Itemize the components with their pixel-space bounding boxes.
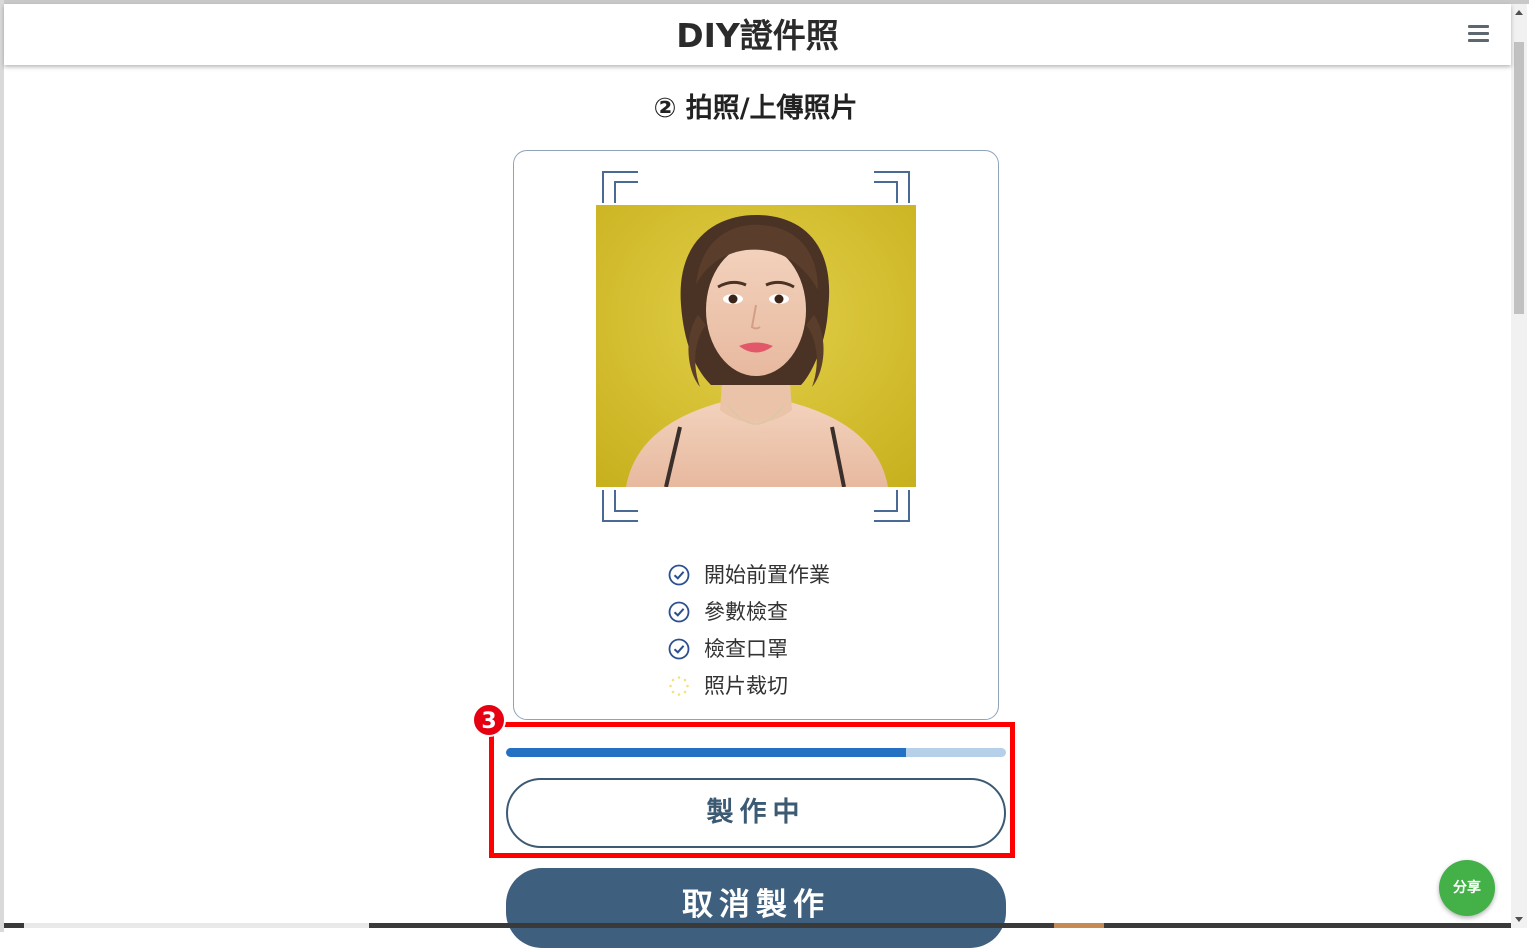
menu-line xyxy=(1468,25,1489,28)
checklist-item: 參數檢查 xyxy=(668,593,928,630)
cancel-making-button[interactable]: 取消製作 xyxy=(506,868,1006,948)
menu-line xyxy=(1468,32,1489,35)
checklist-item: 照片裁切 xyxy=(668,667,928,704)
bottom-strip-segment xyxy=(24,923,369,928)
checklist-label: 照片裁切 xyxy=(704,673,788,698)
check-circle-icon xyxy=(668,564,690,585)
window-left-border xyxy=(0,0,4,932)
frame-corner-bottom-right-icon xyxy=(874,490,910,522)
scroll-thumb[interactable] xyxy=(1514,42,1524,314)
checklist-label: 開始前置作業 xyxy=(704,562,830,587)
menu-line xyxy=(1468,39,1489,42)
loading-spinner-icon xyxy=(669,675,689,696)
site-title[interactable]: DIY證件照 xyxy=(4,16,1511,56)
site-header: DIY證件照 xyxy=(4,4,1511,65)
progress-bar-fill xyxy=(506,748,906,757)
check-circle-icon xyxy=(668,638,690,659)
scroll-down-arrow-icon[interactable] xyxy=(1515,917,1523,922)
hamburger-menu-icon[interactable] xyxy=(1468,25,1489,43)
progress-checklist: 開始前置作業 參數檢查 檢查口罩 照片裁切 xyxy=(668,556,928,704)
frame-corner-top-right-icon xyxy=(874,171,910,203)
progress-bar xyxy=(506,748,1006,757)
check-circle-icon xyxy=(668,601,690,622)
checklist-label: 檢查口罩 xyxy=(704,636,788,661)
checklist-label: 參數檢查 xyxy=(704,599,788,624)
step-title: ② 拍照/上傳照片 xyxy=(653,93,858,124)
share-button[interactable]: 分享 xyxy=(1439,860,1495,916)
bottom-page-strip xyxy=(4,923,1511,928)
annotation-badge: 3 xyxy=(472,703,506,737)
checklist-item: 開始前置作業 xyxy=(668,556,928,593)
frame-corner-top-left-icon xyxy=(602,171,638,203)
portrait-illustration xyxy=(596,205,916,487)
checklist-item: 檢查口罩 xyxy=(668,630,928,667)
scroll-up-arrow-icon[interactable] xyxy=(1515,10,1523,15)
vertical-scrollbar[interactable] xyxy=(1511,4,1527,928)
making-in-progress-button[interactable]: 製作中 xyxy=(506,778,1006,848)
bottom-strip-segment xyxy=(1054,923,1104,928)
portrait-photo xyxy=(596,205,916,487)
frame-corner-bottom-left-icon xyxy=(602,490,638,522)
